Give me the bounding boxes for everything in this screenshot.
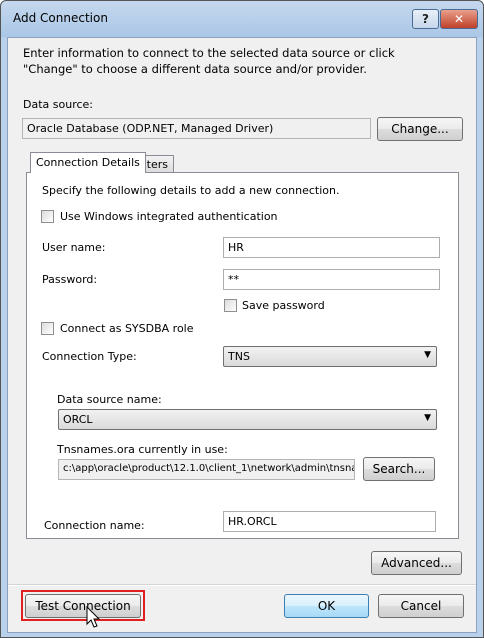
separator-line — [8, 584, 476, 586]
advanced-button[interactable]: Advanced... — [371, 551, 462, 575]
data-source-name-select[interactable]: ORCL ▼ — [58, 409, 437, 430]
connection-type-value: TNS — [228, 350, 250, 363]
intro-text: Enter information to connect to the sele… — [23, 46, 395, 76]
tab-connection-details[interactable]: Connection Details — [30, 152, 146, 173]
password-input[interactable]: ** — [223, 269, 440, 290]
data-source-name-value: ORCL — [63, 413, 93, 426]
ok-button[interactable]: OK — [284, 594, 369, 618]
add-connection-dialog: Add Connection ? ✕ Enter information to … — [0, 0, 484, 638]
change-button[interactable]: Change... — [377, 117, 463, 141]
data-source-label: Data source: — [23, 98, 93, 111]
connection-type-label: Connection Type: — [42, 350, 137, 363]
password-label: Password: — [42, 273, 98, 286]
search-button[interactable]: Search... — [363, 457, 435, 481]
sysdba-label: Connect as SYSDBA role — [60, 322, 194, 335]
save-password-label: Save password — [242, 299, 325, 312]
tnsnames-label: Tnsnames.ora currently in use: — [57, 443, 228, 456]
connection-name-input[interactable]: HR.ORCL — [223, 511, 436, 532]
sysdba-checkbox[interactable] — [41, 322, 54, 335]
dialog-body: Enter information to connect to the sele… — [7, 37, 477, 633]
user-name-label: User name: — [42, 241, 106, 254]
windows-auth-label: Use Windows integrated authentication — [60, 210, 278, 223]
mouse-pointer-icon — [86, 606, 101, 628]
chevron-down-icon: ▼ — [424, 413, 431, 423]
title-bar[interactable]: Add Connection ? ✕ — [1, 1, 483, 37]
close-button[interactable]: ✕ — [440, 9, 478, 29]
user-name-input[interactable]: HR — [223, 237, 440, 258]
data-source-field: Oracle Database (ODP.NET, Managed Driver… — [22, 118, 371, 139]
save-password-checkbox[interactable] — [224, 299, 237, 312]
chevron-down-icon: ▼ — [424, 350, 431, 360]
instructions-text: Specify the following details to add a n… — [42, 184, 340, 197]
connection-type-select[interactable]: TNS ▼ — [223, 346, 437, 367]
cancel-button[interactable]: Cancel — [378, 594, 464, 618]
dialog-title: Add Connection — [13, 11, 108, 25]
data-source-name-label: Data source name: — [57, 393, 162, 406]
windows-auth-checkbox[interactable] — [41, 210, 54, 223]
tnsnames-path-field: c:\app\oracle\product\12.1.0\client_1\ne… — [58, 459, 355, 480]
help-button[interactable]: ? — [412, 9, 439, 29]
connection-details-panel: Specify the following details to add a n… — [26, 172, 459, 539]
test-connection-button[interactable]: Test Connection — [25, 594, 141, 618]
connection-name-label: Connection name: — [44, 519, 145, 532]
